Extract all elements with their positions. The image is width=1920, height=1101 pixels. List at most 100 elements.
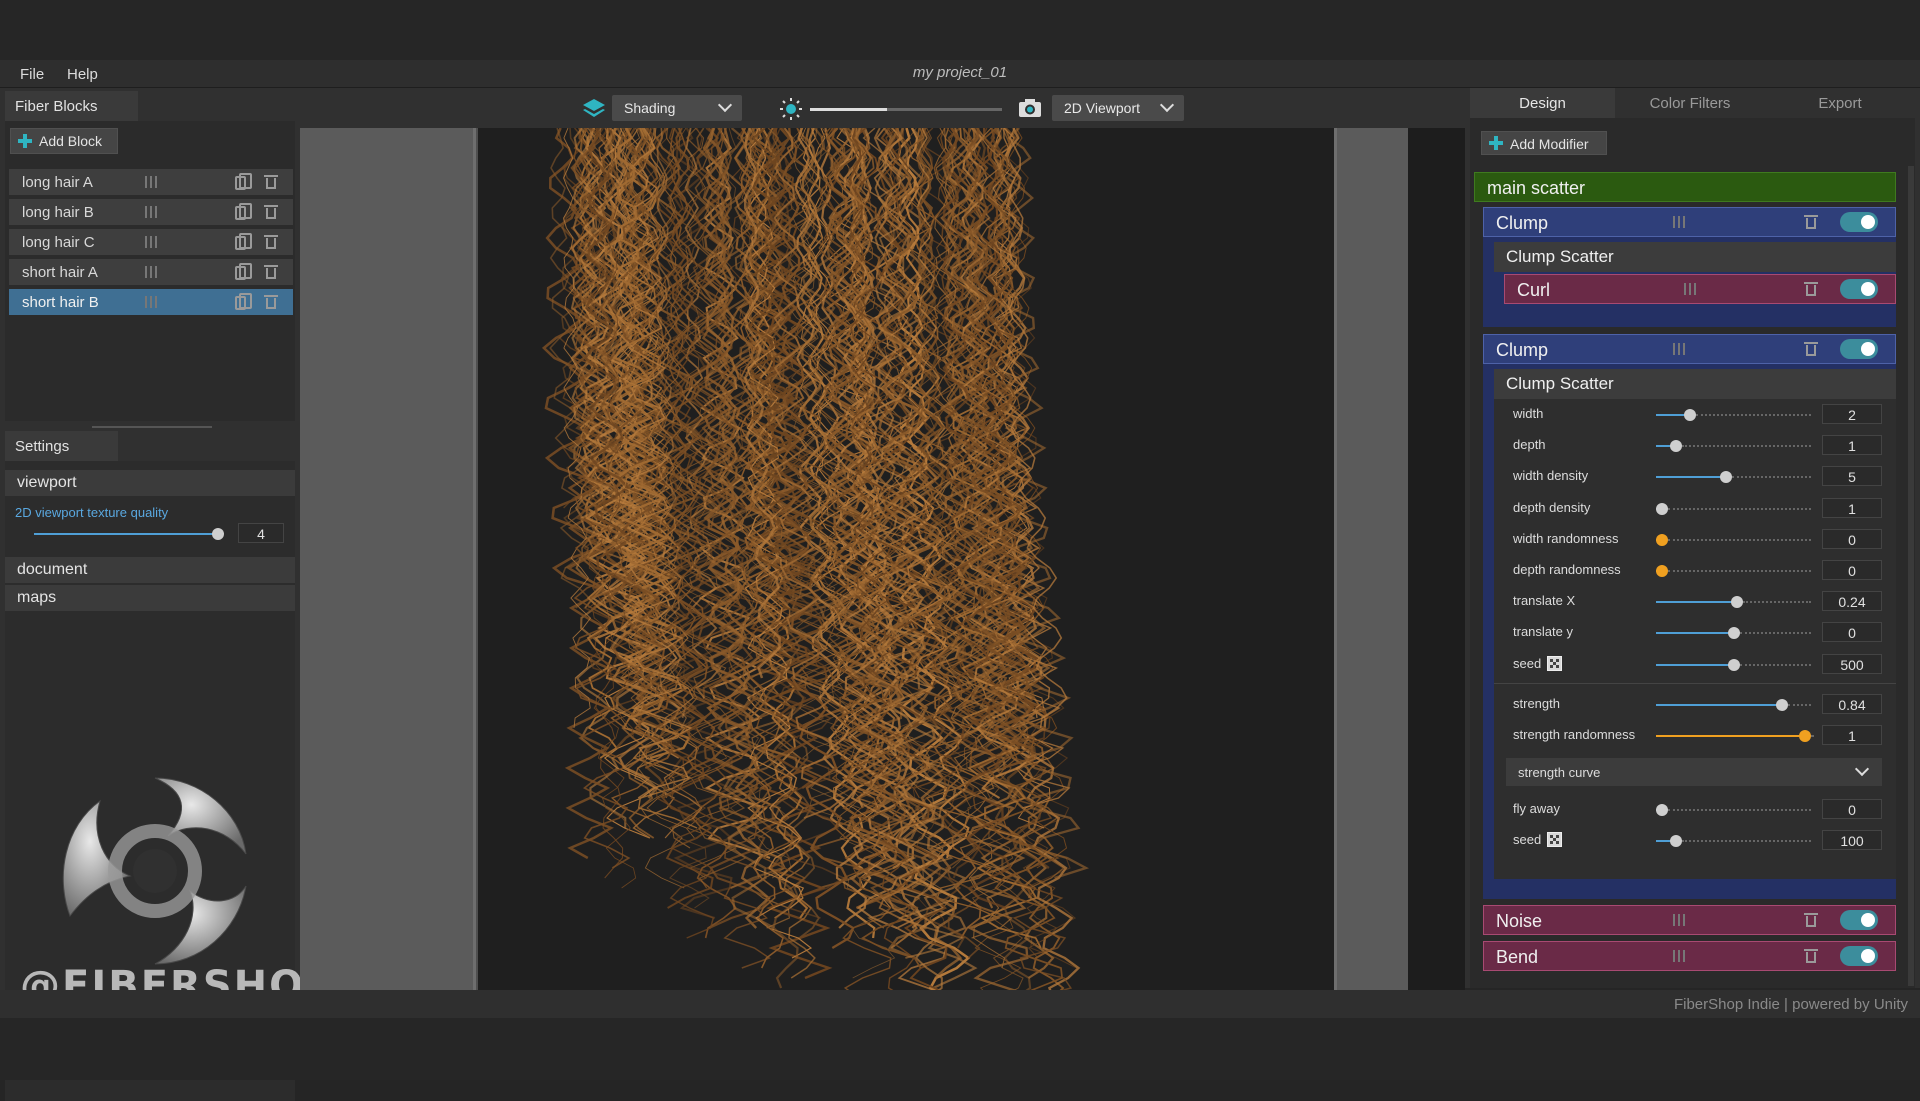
texture-quality-value[interactable]: 4 <box>238 523 284 543</box>
add-block-button[interactable]: Add Block <box>10 128 118 154</box>
param-slider-fill[interactable] <box>1656 704 1782 706</box>
param-slider-track[interactable] <box>1668 570 1811 572</box>
scrollbar[interactable] <box>1908 166 1914 986</box>
viewport-mode-dropdown[interactable]: 2D Viewport <box>1052 95 1184 121</box>
document-section[interactable]: document <box>5 557 295 583</box>
clump1-scatter-header[interactable]: Clump Scatter <box>1494 242 1896 272</box>
param-value-field[interactable]: 0.24 <box>1822 591 1882 611</box>
viewport-2d[interactable] <box>300 128 1465 990</box>
param-value-field[interactable]: 0 <box>1822 560 1882 580</box>
drag-handle-icon[interactable] <box>1673 343 1685 355</box>
drag-handle-icon[interactable] <box>1673 216 1685 228</box>
param-slider-track[interactable] <box>1743 601 1811 603</box>
param-value-field[interactable]: 100 <box>1822 830 1882 850</box>
noise-header[interactable]: Noise <box>1483 905 1896 935</box>
strength-curve-dropdown[interactable]: strength curve <box>1506 758 1882 786</box>
drag-handle-icon[interactable] <box>145 296 157 308</box>
copy-icon[interactable] <box>235 266 246 280</box>
copy-icon[interactable] <box>235 206 246 220</box>
trash-icon[interactable] <box>1804 912 1818 928</box>
param-slider-track[interactable] <box>1668 539 1811 541</box>
drag-handle-icon[interactable] <box>145 266 157 278</box>
tab-settings[interactable]: Settings <box>5 431 118 461</box>
param-slider-knob[interactable] <box>1728 627 1740 639</box>
param-slider-knob[interactable] <box>1728 659 1740 671</box>
trash-icon[interactable] <box>264 204 278 220</box>
tab-color-filters[interactable]: Color Filters <box>1615 88 1765 118</box>
param-slider-track[interactable] <box>1668 508 1811 510</box>
param-slider-track[interactable] <box>1740 664 1812 666</box>
trash-icon[interactable] <box>1804 281 1818 297</box>
enabled-toggle[interactable] <box>1840 339 1878 359</box>
param-slider-track[interactable] <box>1696 414 1811 416</box>
shading-dropdown[interactable]: Shading <box>612 95 742 121</box>
trash-icon[interactable] <box>264 234 278 250</box>
param-value-field[interactable]: 2 <box>1822 404 1882 424</box>
param-slider-fill[interactable] <box>1656 601 1737 603</box>
fiber-block-item[interactable]: long hair C <box>9 229 293 255</box>
param-slider-track[interactable] <box>1682 840 1811 842</box>
param-value-field[interactable]: 0.84 <box>1822 694 1882 714</box>
bend-header[interactable]: Bend <box>1483 941 1896 971</box>
copy-icon[interactable] <box>235 236 246 250</box>
texture-quality-knob[interactable] <box>212 528 224 540</box>
viewport-section[interactable]: viewport <box>5 470 295 496</box>
enabled-toggle[interactable] <box>1840 910 1878 930</box>
param-slider-knob[interactable] <box>1731 596 1743 608</box>
trash-icon[interactable] <box>1804 214 1818 230</box>
add-modifier-button[interactable]: Add Modifier <box>1481 131 1607 155</box>
trash-icon[interactable] <box>264 294 278 310</box>
param-slider-fill[interactable] <box>1656 632 1734 634</box>
enabled-toggle[interactable] <box>1840 212 1878 232</box>
panel-splitter[interactable] <box>92 426 212 428</box>
main-scatter-header[interactable]: main scatter <box>1474 172 1896 202</box>
tab-design[interactable]: Design <box>1470 88 1615 118</box>
param-slider-fill[interactable] <box>1656 735 1805 737</box>
enabled-toggle[interactable] <box>1840 279 1878 299</box>
param-slider-track[interactable] <box>1740 632 1812 634</box>
param-value-field[interactable]: 5 <box>1822 466 1882 486</box>
clump2-header[interactable]: Clump <box>1483 334 1896 364</box>
drag-handle-icon[interactable] <box>145 236 157 248</box>
copy-icon[interactable] <box>235 176 246 190</box>
fiber-block-item[interactable]: short hair B <box>9 289 293 315</box>
clump1-header[interactable]: Clump <box>1483 207 1896 237</box>
drag-handle-icon[interactable] <box>1684 283 1696 295</box>
drag-handle-icon[interactable] <box>1673 950 1685 962</box>
texture-quality-track[interactable] <box>34 533 214 535</box>
param-value-field[interactable]: 500 <box>1822 654 1882 674</box>
tab-fiber-blocks[interactable]: Fiber Blocks <box>5 91 138 121</box>
light-slider[interactable] <box>810 108 1002 111</box>
param-slider-fill[interactable] <box>1656 664 1734 666</box>
param-slider-knob[interactable] <box>1799 730 1811 742</box>
trash-icon[interactable] <box>1804 948 1818 964</box>
param-slider-track[interactable] <box>1732 476 1811 478</box>
param-slider-track[interactable] <box>1668 809 1811 811</box>
param-slider-knob[interactable] <box>1776 699 1788 711</box>
param-value-field[interactable]: 1 <box>1822 435 1882 455</box>
hair-canvas[interactable] <box>478 128 1334 990</box>
param-value-field[interactable]: 1 <box>1822 498 1882 518</box>
trash-icon[interactable] <box>264 264 278 280</box>
enabled-toggle[interactable] <box>1840 946 1878 966</box>
trash-icon[interactable] <box>264 174 278 190</box>
tab-export[interactable]: Export <box>1765 88 1915 118</box>
param-slider-knob[interactable] <box>1720 471 1732 483</box>
drag-handle-icon[interactable] <box>1673 914 1685 926</box>
clump2-scatter-header[interactable]: Clump Scatter <box>1494 369 1896 399</box>
drag-handle-icon[interactable] <box>145 206 157 218</box>
trash-icon[interactable] <box>1804 341 1818 357</box>
param-slider-knob[interactable] <box>1684 409 1696 421</box>
fiber-block-item[interactable]: long hair A <box>9 169 293 195</box>
dice-icon[interactable] <box>1547 832 1562 847</box>
param-value-field[interactable]: 0 <box>1822 799 1882 819</box>
param-value-field[interactable]: 1 <box>1822 725 1882 745</box>
maps-section[interactable]: maps <box>5 585 295 611</box>
param-value-field[interactable]: 0 <box>1822 622 1882 642</box>
param-slider-fill[interactable] <box>1656 476 1726 478</box>
dice-icon[interactable] <box>1547 656 1562 671</box>
copy-icon[interactable] <box>235 296 246 310</box>
fiber-block-item[interactable]: long hair B <box>9 199 293 225</box>
curl-header[interactable]: Curl <box>1504 274 1896 304</box>
param-value-field[interactable]: 0 <box>1822 529 1882 549</box>
